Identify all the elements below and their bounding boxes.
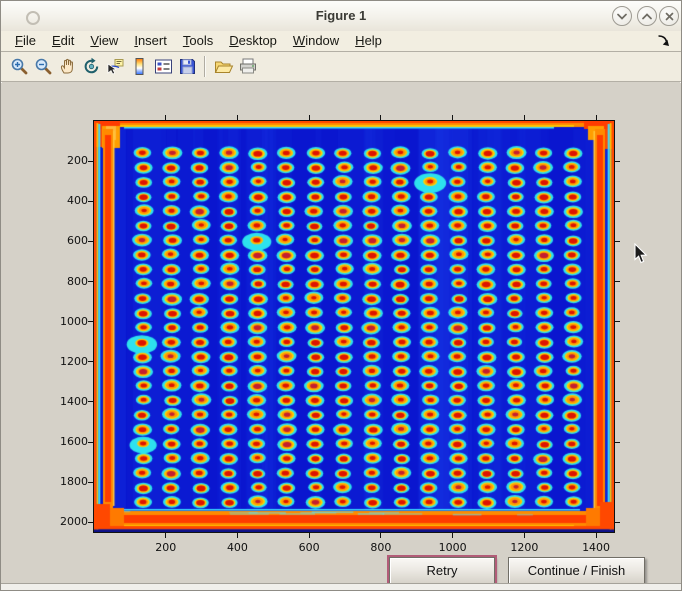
y-tick-mark xyxy=(615,522,620,523)
y-tick-label: 1400 xyxy=(46,395,88,408)
continue-finish-button[interactable]: Continue / Finish xyxy=(508,557,645,584)
retry-button[interactable]: Retry xyxy=(389,557,495,584)
heatmap-image[interactable] xyxy=(94,121,614,532)
x-tick-mark xyxy=(165,115,166,120)
y-tick-mark xyxy=(615,201,620,202)
x-tick-mark xyxy=(524,115,525,120)
y-tick-mark xyxy=(88,161,93,162)
x-tick-label: 1400 xyxy=(574,541,618,554)
x-tick-mark xyxy=(596,533,597,538)
y-tick-label: 1000 xyxy=(46,315,88,328)
x-tick-mark xyxy=(309,115,310,120)
x-tick-mark xyxy=(596,115,597,120)
x-tick-label: 200 xyxy=(144,541,188,554)
x-tick-label: 800 xyxy=(359,541,403,554)
x-tick-mark xyxy=(452,533,453,538)
x-tick-label: 600 xyxy=(287,541,331,554)
y-tick-mark xyxy=(88,201,93,202)
y-tick-label: 800 xyxy=(46,275,88,288)
x-tick-mark xyxy=(380,533,381,538)
x-tick-label: 1000 xyxy=(431,541,475,554)
y-tick-mark xyxy=(615,281,620,282)
x-tick-mark xyxy=(237,533,238,538)
y-tick-mark xyxy=(615,361,620,362)
y-tick-mark xyxy=(88,361,93,362)
y-tick-label: 1800 xyxy=(46,475,88,488)
x-tick-label: 1200 xyxy=(502,541,546,554)
y-tick-mark xyxy=(88,401,93,402)
x-tick-mark xyxy=(524,533,525,538)
x-tick-mark xyxy=(452,115,453,120)
y-tick-mark xyxy=(88,482,93,483)
y-tick-mark xyxy=(615,161,620,162)
y-tick-mark xyxy=(615,482,620,483)
y-tick-label: 1200 xyxy=(46,355,88,368)
y-tick-mark xyxy=(88,321,93,322)
y-tick-mark xyxy=(615,442,620,443)
y-tick-mark xyxy=(615,321,620,322)
y-tick-label: 2000 xyxy=(46,515,88,528)
y-tick-mark xyxy=(88,281,93,282)
y-tick-label: 400 xyxy=(46,194,88,207)
figure-window: Figure 1 FileEditViewInsertToolsDesktopW… xyxy=(0,0,682,591)
y-tick-mark xyxy=(88,442,93,443)
y-tick-mark xyxy=(88,241,93,242)
x-tick-label: 400 xyxy=(215,541,259,554)
y-tick-mark xyxy=(88,522,93,523)
window-bottom-border xyxy=(1,583,681,590)
y-tick-label: 200 xyxy=(46,154,88,167)
y-tick-mark xyxy=(615,241,620,242)
y-tick-label: 1600 xyxy=(46,435,88,448)
x-tick-mark xyxy=(380,115,381,120)
plot-layer: 200 400 600 800 1000 1200 1400 200 400 600 800 1000… xyxy=(1,1,681,590)
y-tick-mark xyxy=(615,401,620,402)
x-tick-mark xyxy=(237,115,238,120)
x-tick-mark xyxy=(165,533,166,538)
y-tick-label: 600 xyxy=(46,234,88,247)
x-tick-mark xyxy=(309,533,310,538)
